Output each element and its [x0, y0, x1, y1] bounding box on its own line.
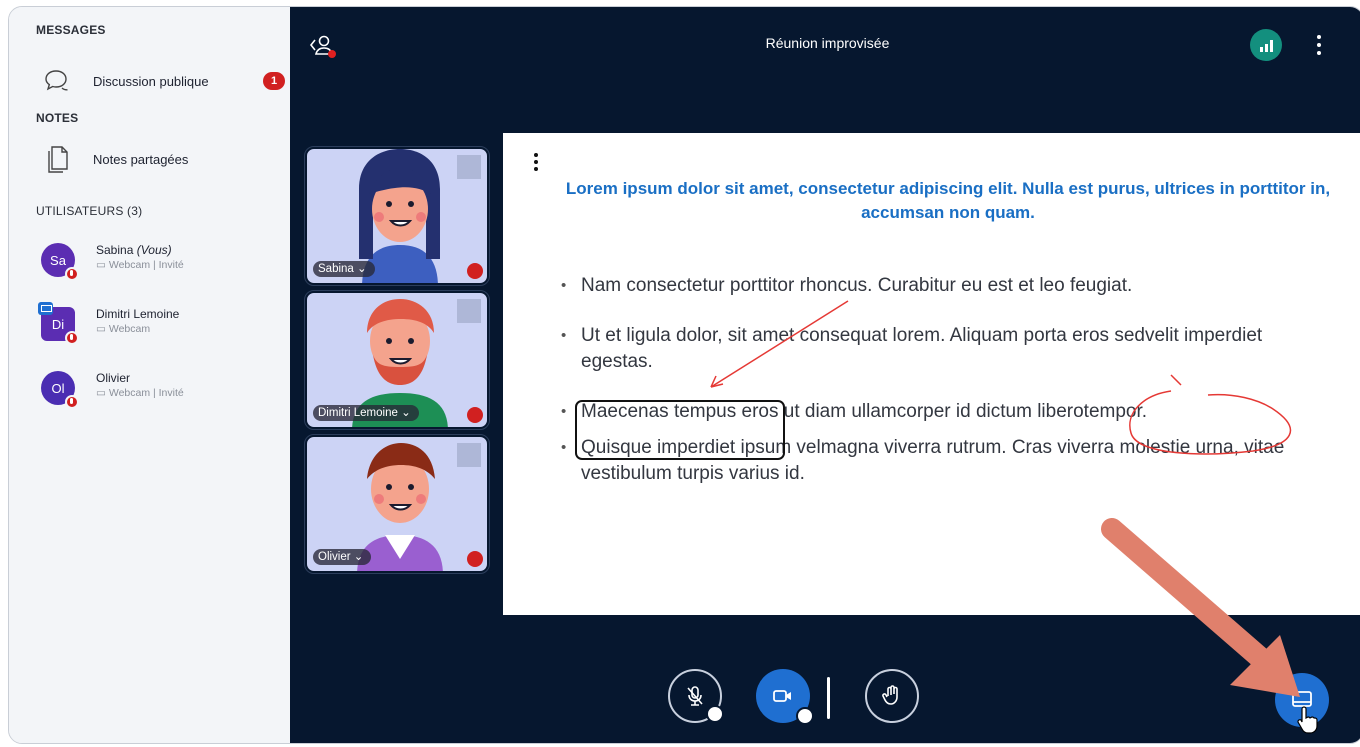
slide-title: Lorem ipsum dolor sit amet, consectetur … [565, 179, 1331, 222]
app-window: MESSAGES Discussion publique 1 NOTES Not… [8, 6, 1360, 744]
tile-name[interactable]: Dimitri Lemoine ⌄ [313, 405, 419, 421]
mic-muted-icon [65, 267, 79, 281]
tile-name[interactable]: Sabina ⌄ [313, 261, 375, 277]
user-item-dimitri[interactable]: Di Dimitri Lemoine ▭ Webcam [9, 299, 290, 351]
slide-more-icon[interactable] [532, 153, 540, 175]
expand-icon[interactable] [457, 155, 481, 179]
webcam-icon [773, 690, 791, 702]
user-status: ▭ Webcam | Invité [96, 259, 184, 271]
mic-muted-icon [65, 331, 79, 345]
user-name: Sabina (Vous) [96, 243, 172, 257]
divider [827, 677, 830, 719]
webcam-options-button[interactable] [796, 707, 814, 725]
chat-icon [41, 61, 73, 101]
webcam-toggle-button[interactable] [756, 669, 814, 725]
shared-notes-item[interactable]: Notes partagées [9, 139, 290, 179]
notes-title: NOTES [36, 111, 79, 125]
user-name: Olivier [96, 371, 131, 385]
user-item-olivier[interactable]: Ol Olivier ▭ Webcam | Invité [9, 363, 290, 415]
public-chat-item[interactable]: Discussion publique 1 [9, 61, 290, 101]
more-icon[interactable] [1307, 31, 1331, 61]
user-status: ▭ Webcam | Invité [96, 387, 184, 399]
presenter-icon [38, 302, 53, 315]
mic-muted-icon [467, 551, 483, 567]
user-item-sabina[interactable]: Sa Sabina (Vous) ▭ Webcam | Invité [9, 235, 290, 287]
slide-bullet: Nam consectetur porttitor rhoncus. Curab… [561, 273, 1321, 299]
user-name: Dimitri Lemoine [96, 307, 180, 321]
control-bar [290, 647, 1360, 727]
meeting-title: Réunion improvisée [765, 35, 890, 51]
notes-icon [41, 139, 73, 179]
users-title: UTILISATEURS (3) [36, 204, 143, 218]
unread-badge: 1 [263, 72, 285, 90]
video-tile-olivier[interactable]: Olivier ⌄ [304, 434, 490, 574]
mic-options-button[interactable] [706, 705, 724, 723]
raise-hand-icon [882, 685, 898, 705]
public-chat-label: Discussion publique [93, 73, 209, 89]
messages-title: MESSAGES [36, 23, 106, 37]
slide-bullet: Quisque imperdiet ipsum velmagna viverra… [561, 435, 1321, 487]
cursor-hand-icon [1297, 706, 1318, 734]
expand-icon[interactable] [457, 443, 481, 467]
video-tile-sabina[interactable]: Sabina ⌄ [304, 146, 490, 286]
video-tile-dimitri[interactable]: Dimitri Lemoine ⌄ [304, 290, 490, 430]
sidebar: MESSAGES Discussion publique 1 NOTES Not… [9, 7, 290, 743]
mic-muted-icon [467, 263, 483, 279]
presentation-slide[interactable]: Lorem ipsum dolor sit amet, consectetur … [503, 133, 1360, 615]
slide-bullets: Nam consectetur porttitor rhoncus. Curab… [561, 273, 1321, 487]
shared-notes-label: Notes partagées [93, 151, 189, 167]
mic-muted-icon [687, 686, 703, 706]
raise-hand-button[interactable] [865, 669, 919, 723]
tile-name[interactable]: Olivier ⌄ [313, 549, 372, 565]
mic-toggle-button[interactable] [668, 669, 724, 723]
expand-icon[interactable] [457, 299, 481, 323]
mic-muted-icon [65, 395, 79, 409]
slide-bullet: Maecenas tempus eros ut diam ullamcorper… [561, 399, 1321, 425]
mic-muted-icon [467, 407, 483, 423]
meeting-area: Réunion improvisée Sabina ⌄ Dimitri Lemo… [290, 7, 1360, 743]
slide-bullet: Ut et ligula dolor, sit amet consequat l… [561, 323, 1321, 375]
user-status: ▭ Webcam [96, 323, 151, 335]
connection-icon[interactable] [1250, 29, 1282, 61]
